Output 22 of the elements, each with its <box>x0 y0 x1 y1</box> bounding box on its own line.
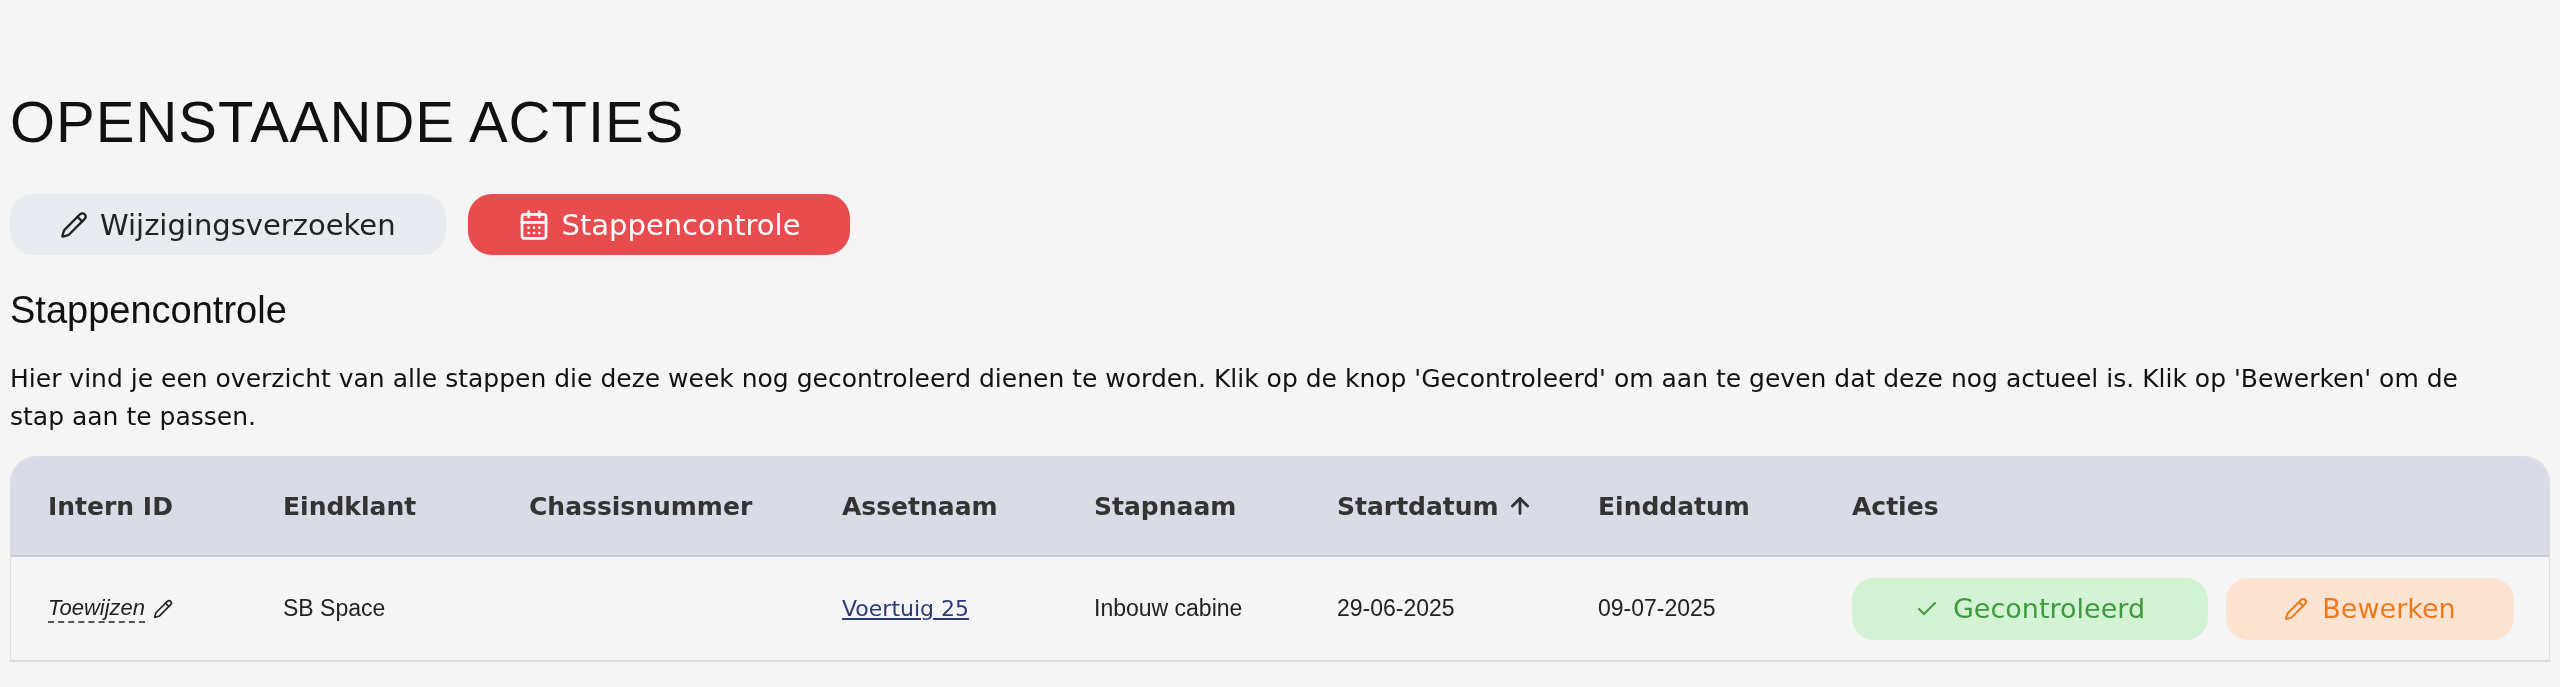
tab[interactable]: Wijzigingsverzoeken <box>10 194 446 255</box>
pencil-icon <box>2284 596 2309 621</box>
column-header[interactable]: Acties <box>1852 491 1939 521</box>
assign-link[interactable]: Toewijzen <box>48 594 146 623</box>
table-cell: SB Space <box>283 595 386 622</box>
column-header[interactable]: Stapnaam <box>1094 491 1237 521</box>
column-header[interactable]: Assetnaam <box>842 491 998 521</box>
pencil-icon[interactable] <box>153 598 174 619</box>
description: Hier vind je een overzicht van alle stappen die deze week nog gecontroleerd dienen te worden. Klik op de knop 'Gecontroleerd' om aan te geven dat deze nog actueel is. Klik op 'Bewerken' om de stap aan te passen. <box>10 363 2459 433</box>
column-header[interactable]: Startdatum <box>1337 491 1499 521</box>
column-header[interactable]: Einddatum <box>1598 491 1750 521</box>
table-cell: 09-07-2025 <box>1598 595 1716 622</box>
column-header[interactable]: Intern ID <box>48 491 173 521</box>
tab[interactable]: Stappencontrole <box>467 194 851 255</box>
asset-link[interactable]: Voertuig 25 <box>842 596 1094 621</box>
table-cell: Inbouw cabine <box>1094 595 1243 622</box>
pencil-icon <box>60 210 88 239</box>
page-title: OPENSTAANDE ACTIES <box>10 88 686 156</box>
table-cell: 29-06-2025 <box>1337 595 1455 622</box>
column-header[interactable]: Chassisnummer <box>529 491 753 521</box>
column-header[interactable]: Eindklant <box>283 491 417 521</box>
section-title: Stappencontrole <box>10 289 288 332</box>
